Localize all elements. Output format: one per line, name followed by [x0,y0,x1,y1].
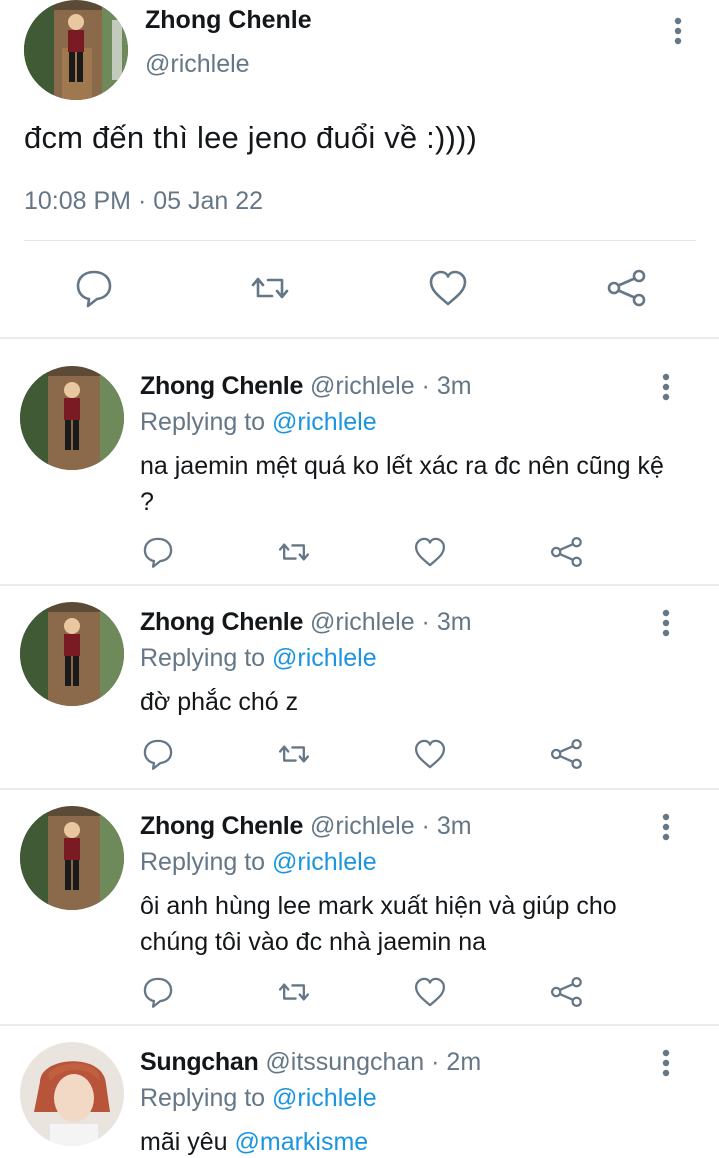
reply-icon[interactable] [72,266,116,310]
replying-label: Replying to [140,644,266,672]
share-icon[interactable] [548,974,584,1010]
reply-icon[interactable] [140,974,176,1010]
mention-link[interactable]: @richlele [272,408,377,436]
replying-to: Replying to @richlele [140,408,377,437]
replying-to: Replying to @richlele [140,1084,377,1113]
more-vertical-icon[interactable] [652,810,680,846]
tweet-text: ôi anh hùng lee mark xuất hiện và giúp c… [140,892,617,956]
retweet-icon[interactable] [276,974,312,1010]
share-icon[interactable] [548,534,584,570]
heart-icon[interactable] [412,534,448,570]
tweet-text: na jaemin mệt quá ko lết xác ra đc nên c… [140,452,664,516]
more-vertical-icon[interactable] [664,14,692,50]
author-handle[interactable]: @richlele [310,812,415,840]
share-icon[interactable] [548,736,584,772]
reply-time: 3m [436,372,472,400]
tweet-text-prefix: mãi yêu [140,1128,235,1156]
reply-header: Zhong Chenle @richlele · 3m [140,608,472,637]
author-handle[interactable]: @richlele [310,608,415,636]
reply-time: 2m [446,1048,482,1076]
author-handle[interactable]: @richlele [310,372,415,400]
author-handle[interactable]: @itssungchan [265,1048,424,1076]
retweet-icon[interactable] [276,534,312,570]
author-handle[interactable]: @richlele [145,50,250,79]
reply-tweet[interactable]: Zhong Chenle @richlele · 3m Replying to … [0,576,719,788]
reply-time: 3m [436,608,472,636]
main-tweet: Zhong Chenle @richlele đcm đến thì lee j… [0,0,719,338]
share-icon[interactable] [604,266,648,310]
heart-icon[interactable] [412,736,448,772]
tweet-text: đờ phắc chó z [140,688,299,716]
replying-label: Replying to [140,408,266,436]
mention-link[interactable]: @markisme [234,1128,368,1156]
divider [24,240,696,241]
reply-tweet[interactable]: Zhong Chenle @richlele · 3m Replying to … [0,340,719,584]
reply-tweet[interactable]: Zhong Chenle @richlele · 3m Replying to … [0,780,719,1024]
replying-to: Replying to @richlele [140,644,377,673]
divider [0,337,719,339]
separator: · [414,608,437,636]
tweet-text: đcm đến thì lee jeno đuổi về :)))) [24,120,478,155]
tweet-text: mãi yêu @markisme [140,1124,680,1158]
heart-icon[interactable] [426,266,470,310]
author-name[interactable]: Zhong Chenle [140,608,303,636]
author-name[interactable]: Zhong Chenle [140,812,303,840]
tweet-timestamp: 10:08 PM · 05 Jan 22 [24,187,264,215]
replying-label: Replying to [140,1084,266,1112]
reply-time: 3m [436,812,472,840]
author-name[interactable]: Sungchan [140,1048,259,1076]
replying-to: Replying to @richlele [140,848,377,877]
mention-link[interactable]: @richlele [272,1084,377,1112]
heart-icon[interactable] [412,974,448,1010]
author-name[interactable]: Zhong Chenle [140,372,303,400]
author-name[interactable]: Zhong Chenle [145,6,312,35]
retweet-icon[interactable] [248,266,292,310]
mention-link[interactable]: @richlele [272,644,377,672]
reply-tweet[interactable]: Sungchan @itssungchan · 2m Replying to @… [0,1016,719,1158]
retweet-icon[interactable] [276,736,312,772]
separator: · [414,812,437,840]
more-vertical-icon[interactable] [652,1046,680,1082]
more-vertical-icon[interactable] [652,370,680,406]
replying-label: Replying to [140,848,266,876]
reply-icon[interactable] [140,534,176,570]
avatar[interactable] [20,602,124,706]
avatar[interactable] [24,0,128,100]
reply-header: Zhong Chenle @richlele · 3m [140,372,472,401]
reply-header: Sungchan @itssungchan · 2m [140,1048,481,1077]
reply-header: Zhong Chenle @richlele · 3m [140,812,472,841]
reply-icon[interactable] [140,736,176,772]
separator: · [424,1048,447,1076]
mention-link[interactable]: @richlele [272,848,377,876]
avatar[interactable] [20,806,124,910]
more-vertical-icon[interactable] [652,606,680,642]
avatar[interactable] [20,366,124,470]
avatar[interactable] [20,1042,124,1146]
separator: · [414,372,437,400]
